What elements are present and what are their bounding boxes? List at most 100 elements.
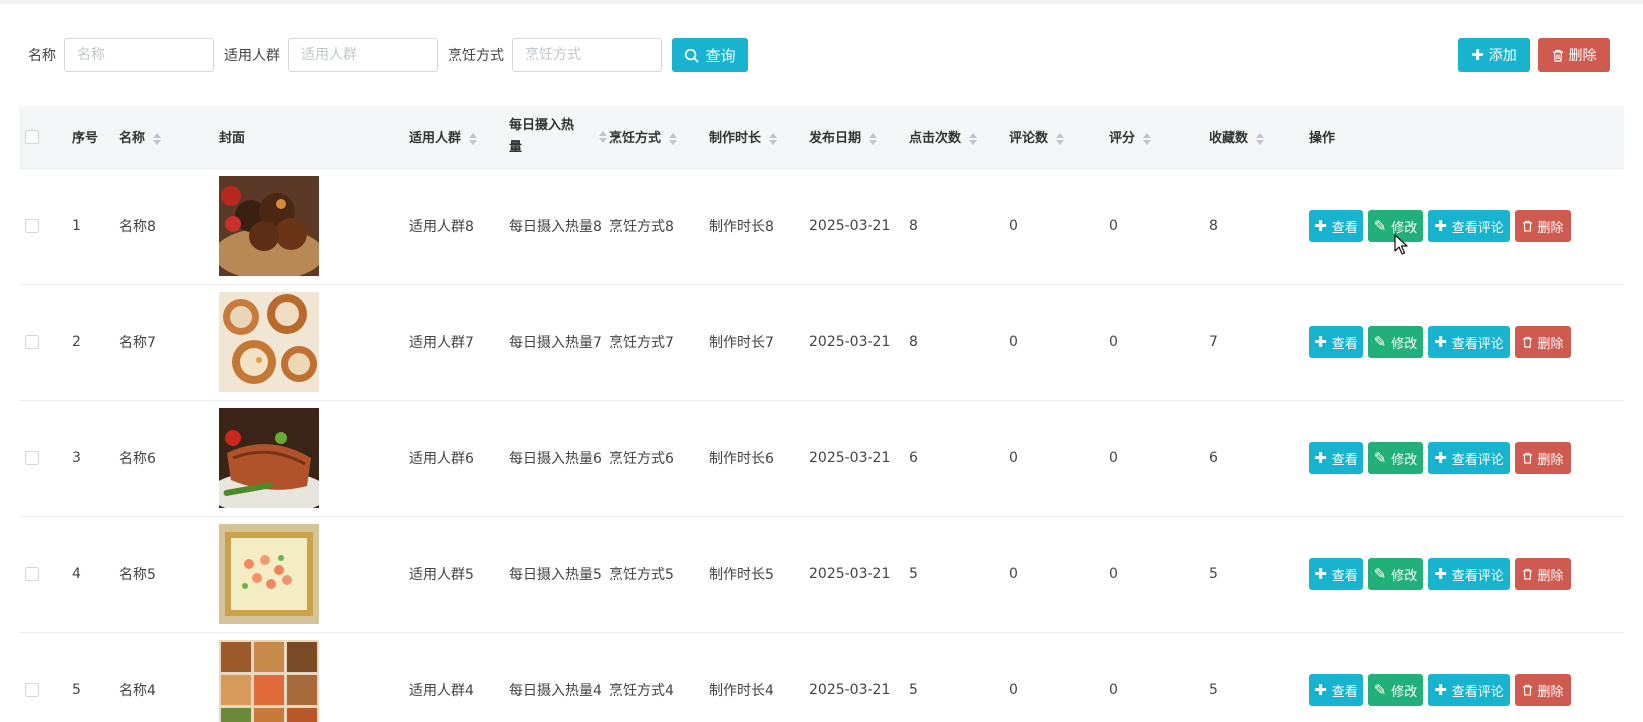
header-cooking[interactable]: 烹饪方式 xyxy=(609,106,709,168)
cover-image[interactable] xyxy=(219,292,319,392)
table-row: 4 名称5 适用人群5 每日摄入热量5 烹饪方式5 制作时长5 2025-03-… xyxy=(19,515,1624,632)
view-comments-button[interactable]: ✚ 查看评论 xyxy=(1428,210,1510,242)
cover-image[interactable] xyxy=(219,176,319,276)
row-delete-button[interactable]: 删除 xyxy=(1515,442,1571,474)
cell-rating: 0 xyxy=(1109,167,1209,284)
row-delete-button[interactable]: 删除 xyxy=(1515,674,1571,707)
edit-button[interactable]: ✎ 修改 xyxy=(1368,558,1423,590)
edit-button[interactable]: ✎ 修改 xyxy=(1368,442,1423,474)
row-delete-button[interactable]: 删除 xyxy=(1515,558,1571,590)
cell-index: 1 xyxy=(72,167,119,284)
edit-icon: ✎ xyxy=(1373,680,1387,699)
cell-calories: 每日摄入热量7 xyxy=(509,283,609,400)
sort-icon[interactable] xyxy=(1256,132,1265,145)
sort-icon[interactable] xyxy=(969,132,978,145)
cell-calories: 每日摄入热量6 xyxy=(509,399,609,516)
view-button[interactable]: ✚ 查看 xyxy=(1309,326,1363,358)
row-checkbox[interactable] xyxy=(25,335,39,349)
trash-icon xyxy=(1523,452,1533,464)
sort-icon[interactable] xyxy=(1056,132,1065,145)
cell-crowd: 适用人群4 xyxy=(409,631,509,722)
plus-icon: ✚ xyxy=(1434,448,1447,467)
view-button[interactable]: ✚ 查看 xyxy=(1309,674,1363,707)
plus-icon: ✚ xyxy=(1471,45,1484,64)
header-index: 序号 xyxy=(72,131,99,147)
select-all-checkbox[interactable] xyxy=(25,129,39,144)
cell-crowd: 适用人群6 xyxy=(409,399,509,516)
header-duration[interactable]: 制作时长 xyxy=(709,106,809,168)
cell-index: 5 xyxy=(72,631,119,722)
sort-icon[interactable] xyxy=(469,132,478,145)
cell-cover xyxy=(219,399,409,516)
row-checkbox[interactable] xyxy=(25,683,39,698)
row-checkbox[interactable] xyxy=(25,451,39,465)
view-button[interactable]: ✚ 查看 xyxy=(1309,442,1363,474)
sort-icon[interactable] xyxy=(1143,132,1152,145)
row-checkbox[interactable] xyxy=(25,219,39,233)
view-button[interactable]: ✚ 查看 xyxy=(1309,558,1363,590)
cell-favorites: 6 xyxy=(1209,399,1309,516)
add-button[interactable]: ✚ 添加 xyxy=(1458,38,1530,72)
sort-icon[interactable] xyxy=(599,130,607,143)
view-comments-button[interactable]: ✚ 查看评论 xyxy=(1428,674,1510,707)
trash-icon xyxy=(1523,220,1533,232)
cell-duration: 制作时长7 xyxy=(709,283,809,400)
cell-cover xyxy=(219,283,409,400)
cell-index: 4 xyxy=(72,515,119,632)
header-clicks[interactable]: 点击次数 xyxy=(909,106,1009,168)
view-comments-button[interactable]: ✚ 查看评论 xyxy=(1428,326,1510,358)
cooking-input[interactable] xyxy=(512,38,662,72)
row-delete-button[interactable]: 删除 xyxy=(1515,326,1571,358)
plus-icon: ✚ xyxy=(1434,564,1447,583)
sort-icon[interactable] xyxy=(669,132,678,145)
sort-icon[interactable] xyxy=(769,132,778,145)
delete-button[interactable]: 删除 xyxy=(1538,38,1610,72)
cell-favorites: 7 xyxy=(1209,283,1309,400)
row-delete-button[interactable]: 删除 xyxy=(1515,210,1571,242)
cell-clicks: 8 xyxy=(909,283,1009,400)
header-crowd[interactable]: 适用人群 xyxy=(409,106,509,168)
cell-comments: 0 xyxy=(1009,515,1109,632)
cell-rating: 0 xyxy=(1109,283,1209,400)
header-rating[interactable]: 评分 xyxy=(1109,106,1209,168)
plus-icon: ✚ xyxy=(1314,448,1327,467)
cell-date: 2025-03-21 xyxy=(809,167,909,284)
header-name[interactable]: 名称 xyxy=(119,106,219,168)
edit-button[interactable]: ✎ 修改 xyxy=(1368,674,1423,707)
cell-cooking: 烹饪方式5 xyxy=(609,515,709,632)
header-favorites[interactable]: 收藏数 xyxy=(1209,106,1309,168)
edit-icon: ✎ xyxy=(1373,448,1387,467)
cell-rating: 0 xyxy=(1109,515,1209,632)
name-input[interactable] xyxy=(64,38,214,72)
sort-icon[interactable] xyxy=(153,132,162,145)
view-button[interactable]: ✚ 查看 xyxy=(1309,210,1363,242)
query-button[interactable]: 查询 xyxy=(672,38,748,72)
cell-clicks: 8 xyxy=(909,167,1009,284)
view-comments-button[interactable]: ✚ 查看评论 xyxy=(1428,558,1510,590)
crowd-input[interactable] xyxy=(288,38,438,72)
search-icon xyxy=(685,48,699,62)
view-comments-button[interactable]: ✚ 查看评论 xyxy=(1428,442,1510,474)
cell-comments: 0 xyxy=(1009,631,1109,722)
trash-icon xyxy=(1523,336,1533,348)
cover-image[interactable] xyxy=(219,408,319,508)
query-label: 查询 xyxy=(705,46,736,65)
cell-duration: 制作时长8 xyxy=(709,167,809,284)
row-checkbox[interactable] xyxy=(25,567,39,581)
header-comments[interactable]: 评论数 xyxy=(1009,106,1109,168)
edit-icon: ✎ xyxy=(1373,564,1387,583)
cell-favorites: 5 xyxy=(1209,515,1309,632)
cover-image[interactable] xyxy=(219,640,319,722)
cell-actions: ✚ 查看 ✎ 修改 ✚ 查看评论 删除 xyxy=(1309,283,1624,400)
name-label: 名称 xyxy=(28,48,56,64)
plus-icon: ✚ xyxy=(1434,332,1447,351)
plus-icon: ✚ xyxy=(1434,680,1447,699)
cell-name: 名称8 xyxy=(119,167,219,284)
cell-actions: ✚ 查看 ✎ 修改 ✚ 查看评论 删除 xyxy=(1309,399,1624,516)
cover-image[interactable] xyxy=(219,524,319,624)
sort-icon[interactable] xyxy=(869,132,878,145)
table-row: 3 名称6 适用人群6 每日摄入热量6 烹饪方式6 制作时长6 2025-03-… xyxy=(19,399,1624,516)
header-calories[interactable]: 每日摄入热量 xyxy=(509,106,609,168)
header-date[interactable]: 发布日期 xyxy=(809,106,909,168)
edit-button[interactable]: ✎ 修改 xyxy=(1368,326,1423,358)
